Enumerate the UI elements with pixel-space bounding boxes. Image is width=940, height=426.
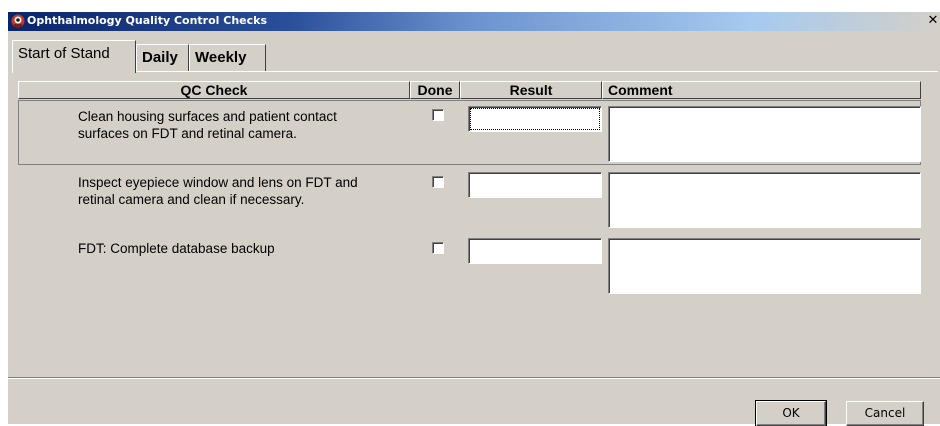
tab-label: Weekly (195, 49, 247, 66)
result-field[interactable] (468, 172, 602, 198)
done-checkbox[interactable] (432, 242, 444, 254)
tab-daily[interactable]: Daily (136, 44, 189, 71)
header-label: Done (417, 82, 453, 98)
column-header-done[interactable]: Done (410, 81, 460, 99)
result-field[interactable] (468, 238, 602, 264)
column-header-qc-check[interactable]: QC Check (18, 81, 410, 99)
qc-task-text: FDT: Complete database backup (78, 241, 275, 256)
tab-start-of-stand[interactable]: Start of Stand (12, 40, 136, 73)
header-label: Result (509, 82, 553, 98)
ok-button[interactable]: OK (755, 400, 827, 426)
window-title: Ophthalmology Quality Control Checks (27, 14, 268, 27)
column-header-result[interactable]: Result (460, 81, 602, 99)
footer-divider (8, 377, 940, 379)
done-checkbox[interactable] (432, 109, 444, 121)
tab-weekly[interactable]: Weekly (189, 44, 266, 71)
comment-field[interactable] (608, 238, 921, 294)
comment-field[interactable] (608, 106, 921, 162)
cancel-button[interactable]: Cancel (846, 401, 924, 426)
qc-task-text: Clean housing surfaces and patient conta… (78, 109, 337, 141)
tab-label: Start of Stand (18, 45, 110, 62)
comment-field[interactable] (608, 172, 921, 228)
qc-task-text: Inspect eyepiece window and lens on FDT … (78, 175, 358, 207)
qc-dialog: Ophthalmology Quality Control Checks ✕ S… (8, 12, 940, 426)
title-bar[interactable]: Ophthalmology Quality Control Checks ✕ (8, 12, 940, 31)
ophthalmology-eye-icon (11, 14, 25, 28)
header-label: QC Check (180, 82, 248, 98)
result-field[interactable] (468, 106, 602, 132)
tab-label: Daily (142, 49, 178, 66)
column-header-comment[interactable]: Comment (602, 81, 921, 99)
done-checkbox[interactable] (432, 176, 444, 188)
close-icon[interactable]: ✕ (926, 13, 940, 30)
header-label: Comment (608, 82, 673, 98)
